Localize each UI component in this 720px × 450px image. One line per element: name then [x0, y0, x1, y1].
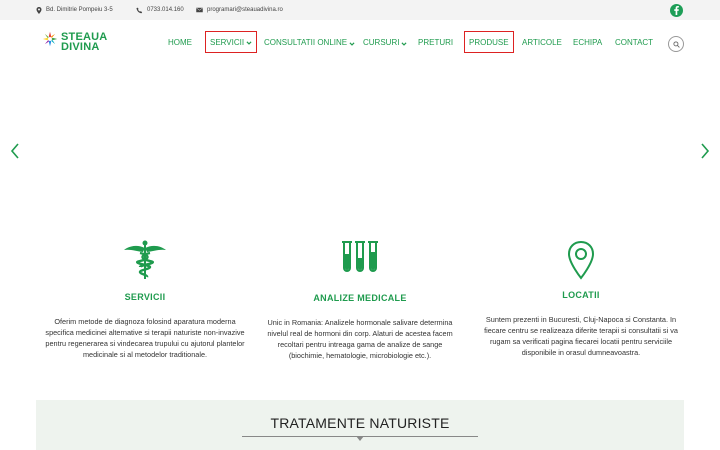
- address-info: Bd. Dimitrie Pompeiu 3-5: [36, 0, 113, 20]
- caduceus-icon: [45, 240, 245, 282]
- section-heading: TRATAMENTE NATURISTE: [270, 415, 450, 431]
- tratamente-section: TRATAMENTE NATURISTE: [36, 400, 684, 450]
- feature-title: ANALIZE MEDICALE: [313, 293, 407, 303]
- test-tubes-icon: [260, 240, 460, 276]
- feature-analize-medicale: ANALIZE MEDICALE Unic in Romania: Analiz…: [260, 240, 460, 361]
- slider-next-arrow-icon[interactable]: [700, 143, 710, 159]
- facebook-icon[interactable]: [670, 4, 683, 17]
- feature-servicii: SERVICII Oferim metode de diagnoza folos…: [45, 240, 245, 360]
- nav-home-label: HOME: [168, 38, 192, 47]
- nav-articole-label: ARTICOLE: [522, 38, 562, 47]
- nav-articole[interactable]: ARTICOLE: [522, 38, 562, 47]
- divider-triangle-icon: [356, 436, 364, 441]
- nav-echipa[interactable]: ECHIPA: [573, 38, 602, 47]
- nav-servicii-label: SERVICII: [210, 37, 245, 47]
- nav-produse[interactable]: PRODUSE: [464, 31, 514, 53]
- location-pin-icon: [481, 240, 681, 282]
- chevron-down-icon: [246, 39, 252, 45]
- nav-home[interactable]: HOME: [168, 38, 192, 47]
- map-marker-icon: [36, 6, 42, 14]
- chevron-down-icon: [401, 40, 407, 46]
- nav-consultatii-online[interactable]: CONSULTATII ONLINE: [264, 38, 355, 47]
- star-logo-icon: [42, 31, 58, 52]
- chevron-down-icon: [349, 40, 355, 46]
- phone-text[interactable]: 0733.014.160: [147, 7, 184, 13]
- feature-text: Oferim metode de diagnoza folosind apara…: [45, 317, 245, 359]
- feature-text: Suntem prezenti in Bucuresti, Cluj-Napoc…: [484, 315, 678, 357]
- nav-contact-label: CONTACT: [615, 38, 654, 47]
- feature-title: LOCATII: [562, 290, 600, 300]
- site-header: [0, 20, 720, 68]
- feature-locatii: LOCATII Suntem prezenti in Bucuresti, Cl…: [481, 240, 681, 358]
- logo-line-1: STEAUA: [61, 30, 108, 43]
- nav-echipa-label: ECHIPA: [573, 38, 603, 47]
- nav-preturi-label: PRETURI: [418, 38, 454, 47]
- address-text: Bd. Dimitrie Pompeiu 3-5: [46, 7, 113, 13]
- nav-servicii[interactable]: SERVICII: [205, 31, 258, 53]
- email-text[interactable]: programari@steauadivina.ro: [207, 7, 283, 13]
- search-icon: [672, 35, 680, 53]
- nav-preturi[interactable]: PRETURI: [418, 38, 453, 47]
- top-info-bar: Bd. Dimitrie Pompeiu 3-5 0733.014.160 pr…: [0, 0, 720, 20]
- feature-text: Unic in Romania: Analizele hormonale sal…: [267, 318, 453, 360]
- nav-produse-label: PRODUSE: [469, 37, 509, 47]
- feature-title: SERVICII: [124, 292, 166, 302]
- nav-cursuri[interactable]: CURSURI: [363, 38, 407, 47]
- nav-consultatii-label: CONSULTATII ONLINE: [264, 38, 348, 47]
- nav-contact[interactable]: CONTACT: [615, 38, 653, 47]
- nav-cursuri-label: CURSURI: [363, 38, 400, 47]
- site-logo[interactable]: STEAUA DIVINA: [42, 31, 107, 52]
- logo-line-2: DIVINA: [61, 40, 100, 53]
- phone-info[interactable]: 0733.014.160: [136, 0, 184, 20]
- search-button[interactable]: [668, 36, 684, 52]
- phone-icon: [136, 7, 143, 14]
- slider-prev-arrow-icon[interactable]: [10, 143, 20, 159]
- email-info[interactable]: programari@steauadivina.ro: [196, 0, 283, 20]
- envelope-icon: [196, 7, 203, 13]
